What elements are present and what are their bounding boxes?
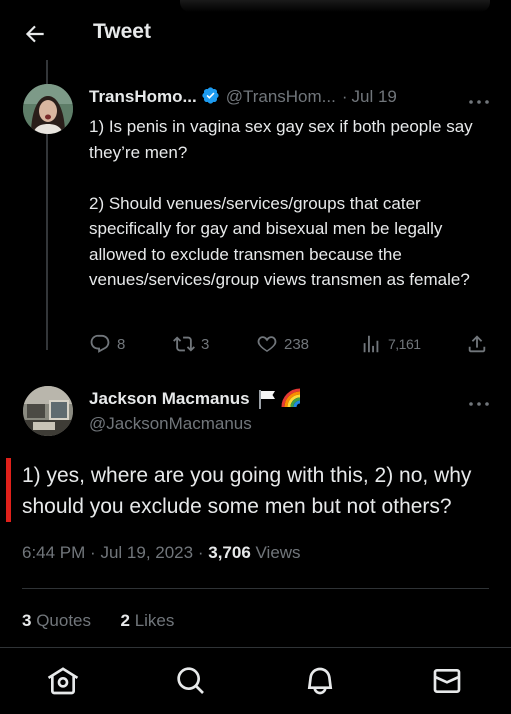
heart-icon bbox=[257, 336, 277, 352]
top-bar: Tweet bbox=[0, 0, 511, 66]
tweet-date[interactable]: Jul 19, 2023 bbox=[100, 543, 193, 562]
views-count: 3,706 bbox=[208, 543, 251, 562]
retweet-count: 3 bbox=[201, 335, 210, 353]
highlight-bar bbox=[6, 458, 11, 522]
top-glow bbox=[180, 0, 490, 12]
reply-count: 8 bbox=[117, 335, 126, 353]
retweet-icon bbox=[173, 336, 195, 352]
separator: · bbox=[197, 543, 204, 562]
display-name[interactable]: Jackson Macmanus bbox=[89, 389, 250, 409]
reply-icon bbox=[90, 334, 110, 353]
avatar[interactable] bbox=[23, 386, 73, 436]
more-icon bbox=[469, 402, 489, 406]
nav-messages[interactable] bbox=[431, 665, 463, 697]
views-button[interactable]: 7,161 bbox=[360, 331, 421, 357]
likes-link[interactable]: 2 Likes bbox=[120, 611, 174, 630]
avatar[interactable] bbox=[23, 84, 73, 134]
tweet-time[interactable]: 6:44 PM bbox=[22, 543, 85, 562]
avatar-image bbox=[23, 386, 73, 436]
arrow-left-icon bbox=[25, 25, 44, 43]
avatar-image bbox=[23, 84, 73, 134]
separator: · bbox=[341, 87, 348, 106]
divider bbox=[0, 647, 511, 648]
nav-notifications[interactable] bbox=[304, 665, 336, 697]
quotes-label: Quotes bbox=[36, 611, 92, 630]
like-button[interactable]: 238 bbox=[256, 331, 309, 357]
like-count: 238 bbox=[284, 335, 310, 353]
retweet-button[interactable]: 3 bbox=[173, 331, 209, 357]
tweet-actions: 8 3 238 7,161 bbox=[89, 331, 494, 357]
nav-search[interactable] bbox=[175, 665, 207, 697]
more-options-button[interactable] bbox=[468, 395, 490, 406]
rainbow-icon bbox=[280, 387, 306, 411]
divider bbox=[22, 588, 489, 589]
analytics-icon bbox=[363, 335, 379, 353]
quoted-tweet-text: 1) Is penis in vagina sex gay sex if bot… bbox=[89, 117, 473, 289]
home-icon bbox=[47, 667, 79, 695]
more-icon bbox=[469, 100, 489, 104]
bottom-navigation bbox=[0, 647, 511, 714]
display-name[interactable]: TransHomo... bbox=[89, 87, 197, 106]
page-title: Tweet bbox=[93, 20, 151, 43]
handle[interactable]: @JacksonMacmanus bbox=[89, 414, 252, 434]
likes-count: 2 bbox=[120, 611, 130, 630]
verified-badge-icon bbox=[201, 86, 220, 105]
quotes-link[interactable]: 3 Quotes bbox=[22, 611, 91, 630]
more-options-button[interactable] bbox=[468, 93, 490, 104]
messages-icon bbox=[433, 669, 461, 693]
likes-label: Likes bbox=[134, 611, 175, 630]
quotes-count: 3 bbox=[22, 611, 32, 630]
notifications-icon bbox=[307, 667, 333, 695]
views-label: Views bbox=[255, 543, 301, 562]
share-icon bbox=[468, 335, 486, 353]
reply-text: 1) yes, where are you going with this, 2… bbox=[22, 464, 472, 518]
back-button[interactable] bbox=[22, 21, 48, 47]
tweet-meta: 6:44 PM · Jul 19, 2023 · 3,706 Views bbox=[22, 543, 301, 563]
handle[interactable]: @TransHom... bbox=[226, 87, 336, 106]
views-count: 7,161 bbox=[388, 336, 421, 352]
tweet-stats: 3 Quotes 2 Likes bbox=[22, 611, 174, 631]
reply-author-row: Jackson Macmanus bbox=[89, 386, 306, 412]
separator: · bbox=[90, 543, 96, 562]
reply-button[interactable]: 8 bbox=[89, 331, 125, 357]
search-icon bbox=[177, 667, 204, 694]
tweet-date[interactable]: Jul 19 bbox=[352, 87, 397, 106]
white-flag-icon bbox=[256, 388, 278, 410]
nav-home[interactable] bbox=[47, 665, 79, 697]
share-button[interactable] bbox=[466, 331, 494, 357]
quoted-tweet-header: TransHomo... @TransHom... · Jul 19 bbox=[89, 86, 494, 108]
